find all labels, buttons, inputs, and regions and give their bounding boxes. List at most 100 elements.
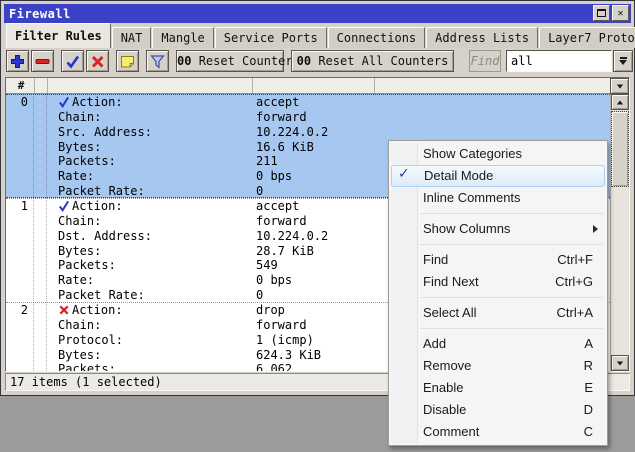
note-icon <box>119 53 136 70</box>
field-value: 16.6 KiB <box>256 140 314 155</box>
menu-item-enable[interactable]: EnableE <box>389 377 607 399</box>
column-header-3[interactable] <box>375 78 629 93</box>
comment-button[interactable] <box>116 50 139 72</box>
field-label: Action: <box>72 95 123 110</box>
detail-line: Chain: forward <box>6 110 610 125</box>
menu-item-comment[interactable]: CommentC <box>389 421 607 443</box>
title-bar[interactable]: Firewall ✕ <box>4 4 631 23</box>
maximize-button[interactable] <box>593 5 610 21</box>
menu-item-label: Remove <box>423 358 471 373</box>
menu-separator <box>420 213 603 214</box>
close-icon: ✕ <box>617 8 623 19</box>
accept-icon <box>58 96 70 108</box>
menu-item-remove[interactable]: RemoveR <box>389 355 607 377</box>
minus-icon <box>34 53 51 70</box>
menu-item-label: Add <box>423 336 446 351</box>
menu-item-label: Enable <box>423 380 463 395</box>
field-value: 28.7 KiB <box>256 244 314 259</box>
menu-item-select-all[interactable]: Select AllCtrl+A <box>389 302 607 324</box>
menu-separator <box>420 297 603 298</box>
menu-item-show-columns[interactable]: Show Columns <box>389 218 607 240</box>
menu-item-shortcut: D <box>584 399 593 420</box>
table-header-row[interactable]: # <box>6 78 629 94</box>
find-button[interactable]: Find <box>469 50 501 72</box>
enable-button[interactable] <box>61 50 84 72</box>
field-value: forward <box>256 110 307 125</box>
accept-icon <box>58 200 70 212</box>
menu-item-find[interactable]: FindCtrl+F <box>389 249 607 271</box>
tab-mangle[interactable]: Mangle <box>152 27 213 48</box>
field-label: Chain: <box>58 318 101 333</box>
column-selector-button[interactable] <box>610 78 629 94</box>
field-label: Action: <box>72 303 123 318</box>
field-value: 0 bps <box>256 273 292 288</box>
field-value: accept <box>256 199 299 214</box>
filter-dropdown-arrow-button[interactable] <box>613 50 633 72</box>
menu-item-add[interactable]: AddA <box>389 333 607 355</box>
drop-icon <box>58 304 70 316</box>
reset-all-counters-prefix: 00 <box>297 54 311 68</box>
menu-item-label: Comment <box>423 424 479 439</box>
rule-index: 1 <box>6 199 28 214</box>
field-label: Src. Address: <box>58 125 152 140</box>
field-value: 0 bps <box>256 169 292 184</box>
dropdown-bar-icon <box>620 57 627 59</box>
field-value: forward <box>256 214 307 229</box>
detail-line: 0Action:accept <box>6 95 610 110</box>
tab-address-lists[interactable]: Address Lists <box>426 27 538 48</box>
menu-item-detail-mode[interactable]: ✓Detail Mode <box>391 165 605 187</box>
filter-dropdown[interactable]: all <box>506 50 612 72</box>
field-value: 0 <box>256 288 263 303</box>
column-header-1[interactable] <box>48 78 253 93</box>
field-value: accept <box>256 95 299 110</box>
reset-all-counters-button[interactable]: 00 Reset All Counters <box>291 50 454 72</box>
field-value: forward <box>256 318 307 333</box>
scroll-down-button[interactable] <box>611 355 629 371</box>
field-value: 211 <box>256 154 278 169</box>
column-header-2[interactable] <box>253 78 375 93</box>
disable-button[interactable] <box>86 50 109 72</box>
field-label: Rate: <box>58 169 94 184</box>
field-label: Bytes: <box>58 348 101 363</box>
menu-item-find-next[interactable]: Find NextCtrl+G <box>389 271 607 293</box>
column-header-flags[interactable] <box>35 78 48 93</box>
field-value: 6,062 <box>256 362 292 371</box>
scrollbar-thumb[interactable] <box>611 111 629 187</box>
add-button[interactable] <box>6 50 29 72</box>
scroll-up-button[interactable] <box>611 94 629 110</box>
menu-item-disable[interactable]: DisableD <box>389 399 607 421</box>
rule-index: 2 <box>6 303 28 318</box>
menu-item-label: Inline Comments <box>423 190 521 205</box>
vertical-scrollbar[interactable] <box>610 94 629 371</box>
close-button[interactable]: ✕ <box>612 5 629 21</box>
menu-item-inline-comments[interactable]: Inline Comments <box>389 187 607 209</box>
tab-connections[interactable]: Connections <box>328 27 425 48</box>
detail-line: Src. Address:10.224.0.2 <box>6 125 610 140</box>
tab-nat[interactable]: NAT <box>112 27 152 48</box>
filter-button[interactable] <box>146 50 169 72</box>
checkmark-icon: ✓ <box>398 165 410 184</box>
remove-button[interactable] <box>31 50 54 72</box>
chevron-down-icon <box>616 84 622 88</box>
reset-all-counters-label: Reset All Counters <box>318 54 448 68</box>
tab-layer7-protocols[interactable]: Layer7 Protocols <box>539 27 635 48</box>
reset-counters-label: Reset Counters <box>199 54 300 68</box>
field-label: Packet Rate: <box>58 184 145 199</box>
column-header-number[interactable]: # <box>8 78 35 93</box>
check-icon <box>64 53 81 70</box>
context-menu: Show Categories ✓Detail Mode Inline Commen… <box>388 140 608 446</box>
funnel-icon <box>149 53 166 70</box>
tab-filter-rules[interactable]: Filter Rules <box>6 23 111 48</box>
menu-item-shortcut: Ctrl+A <box>557 302 593 323</box>
reset-counters-button[interactable]: 00 Reset Counters <box>176 50 284 72</box>
menu-item-show-categories[interactable]: Show Categories <box>389 143 607 165</box>
chevron-up-icon <box>617 100 623 104</box>
chevron-down-icon <box>619 60 627 65</box>
field-label: Protocol: <box>58 333 123 348</box>
field-label: Rate: <box>58 273 94 288</box>
tab-service-ports[interactable]: Service Ports <box>215 27 327 48</box>
field-label: Chain: <box>58 110 101 125</box>
menu-item-label: Show Categories <box>423 146 522 161</box>
field-label: Packets: <box>58 154 116 169</box>
field-value: 10.224.0.2 <box>256 229 328 244</box>
